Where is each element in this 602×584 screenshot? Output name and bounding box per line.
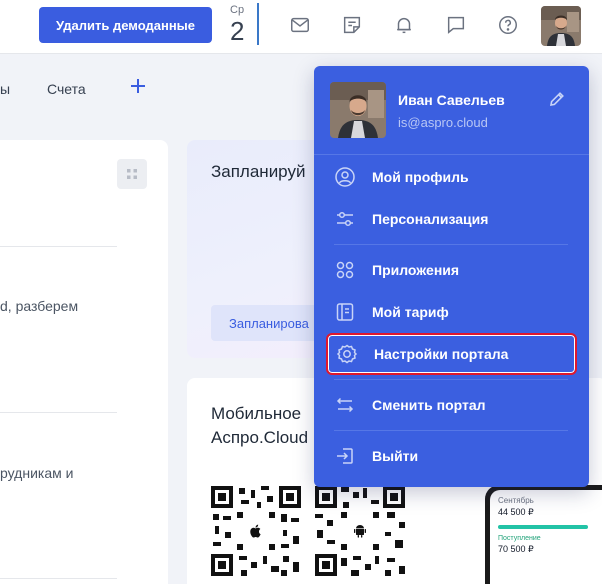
delete-demo-data-button[interactable]: Удалить демоданные [39,7,212,43]
menu-item-label: Приложения [372,262,460,278]
menu-divider [334,430,568,431]
menu-item-label: Персонализация [372,211,489,227]
user-circle-icon [334,166,356,188]
ios-qr-code [211,486,301,576]
mobile-card-title: Мобильное Аспро.Cloud [211,402,308,450]
menu-item-switch-portal[interactable]: Сменить портал [326,384,577,426]
phone-progress-bar [498,525,588,529]
pencil-edit-icon[interactable] [548,90,566,108]
menu-divider [314,154,589,155]
user-name: Иван Савельев [398,92,505,108]
planning-card-title: Запланируй [211,162,306,181]
phone-amount: 70 500 ₽ [498,544,534,554]
left-card-text: d, разберем [0,298,79,314]
date-weekday: Ср [230,4,245,16]
date-widget[interactable]: Ср 2 [229,3,259,45]
menu-item-portal-settings[interactable]: Настройки портала [326,333,577,375]
menu-item-label: Сменить портал [372,397,486,413]
phone-screen: Сентябрь 44 500 ₽ Поступление 70 500 ₽ [490,490,602,584]
phone-income-label: Поступление [498,535,541,542]
bell-icon[interactable] [391,12,417,38]
user-dropdown-menu: Иван Савельев is@aspro.cloud Мой профиль… [314,66,589,487]
swap-arrows-icon [334,394,356,416]
divider [0,412,117,413]
mobile-title-line: Мобильное [211,404,302,423]
chat-icon[interactable] [443,12,469,38]
tab-partial[interactable]: ы [0,81,10,97]
left-card-text: рудникам и [0,465,74,481]
mail-icon[interactable] [287,12,313,38]
menu-item-label: Мой профиль [372,169,469,185]
menu-user-avatar [330,82,386,138]
drag-handle-icon[interactable] [117,159,147,189]
divider [0,246,117,247]
menu-divider [334,379,568,380]
menu-divider [334,244,568,245]
gear-icon [336,343,358,365]
add-tab-plus-icon[interactable] [127,75,149,97]
menu-item-personalization[interactable]: Персонализация [326,198,577,240]
logout-icon [334,445,356,467]
menu-item-logout[interactable]: Выйти [326,435,577,477]
apps-grid-icon [334,259,356,281]
help-icon[interactable] [495,12,521,38]
tab-accounts[interactable]: Счета [47,81,86,97]
menu-item-label: Настройки портала [374,346,509,362]
menu-item-my-profile[interactable]: Мой профиль [326,156,577,198]
mobile-title-line: Аспро.Cloud [211,428,309,447]
android-icon [348,519,372,543]
sliders-icon [334,208,356,230]
menu-item-apps[interactable]: Приложения [326,249,577,291]
top-bar: Удалить демоданные Ср 2 [0,0,602,54]
menu-item-label: Мой тариф [372,304,449,320]
tariff-icon [334,301,356,323]
notes-icon[interactable] [339,12,365,38]
user-avatar-button[interactable] [541,6,581,46]
menu-item-my-tariff[interactable]: Мой тариф [326,291,577,333]
apple-icon [244,519,268,543]
date-day: 2 [230,16,245,46]
left-widget-card: d, разберем рудникам и [0,140,168,584]
phone-month: Сентябрь [498,496,534,505]
android-qr-code [315,486,405,576]
menu-item-label: Выйти [372,448,419,464]
divider [0,578,117,579]
phone-amount: 44 500 ₽ [498,507,534,517]
user-email: is@aspro.cloud [398,115,488,130]
phone-preview: Сентябрь 44 500 ₽ Поступление 70 500 ₽ [485,485,602,584]
